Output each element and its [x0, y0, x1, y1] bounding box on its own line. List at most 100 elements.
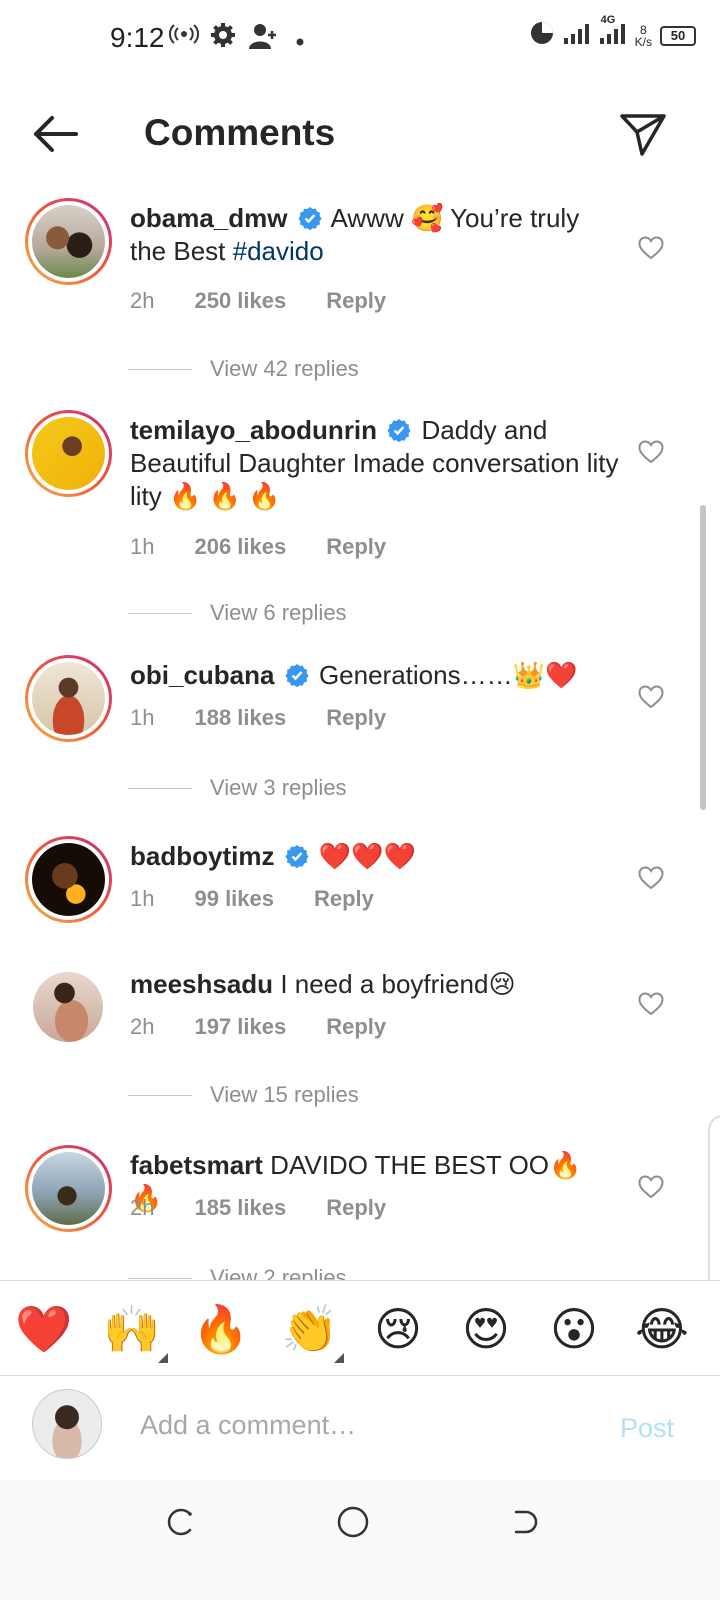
- avatar[interactable]: [25, 836, 112, 923]
- battery-level: 50: [670, 28, 686, 43]
- replies-divider: [128, 1277, 192, 1279]
- back-button[interactable]: [30, 112, 82, 156]
- like-button[interactable]: [638, 992, 664, 1016]
- header: Comments: [0, 90, 720, 180]
- comment-username[interactable]: badboytimz: [130, 841, 274, 871]
- reply-button[interactable]: Reply: [314, 886, 374, 912]
- avatar[interactable]: [33, 972, 103, 1042]
- status-bar: 9:12 4G 8 K/s 50: [0, 0, 720, 80]
- comment-meta: 1h 206 likes Reply: [130, 534, 426, 560]
- net-speed-value: 8: [639, 22, 647, 37]
- comment-message: I need a boyfriend😢: [280, 969, 516, 999]
- avatar-image: [32, 417, 105, 490]
- verified-badge-icon: [298, 207, 322, 230]
- avatar-image: [32, 1152, 105, 1225]
- like-button[interactable]: [638, 866, 664, 890]
- comment-likes[interactable]: 99 likes: [194, 886, 274, 912]
- comment-username[interactable]: obama_dmw: [130, 203, 288, 233]
- avatar-image: [32, 662, 105, 735]
- reply-button[interactable]: Reply: [326, 1195, 386, 1221]
- comment-item: obama_dmw Awww 🥰 You’re truly the Best #…: [0, 198, 720, 381]
- back-nav-icon: [514, 1510, 538, 1534]
- home-button[interactable]: [333, 1502, 373, 1542]
- heart-outline-icon: [638, 1175, 664, 1199]
- like-button[interactable]: [638, 685, 664, 709]
- comments-list: obama_dmw Awww 🥰 You’re truly the Best #…: [0, 190, 720, 1310]
- emoji-heart-eyes-button[interactable]: 😍: [456, 1299, 516, 1359]
- comment-time: 2h: [130, 288, 155, 313]
- avatar-image: [32, 843, 105, 916]
- skin-tone-indicator-icon: [158, 1353, 168, 1363]
- like-button[interactable]: [638, 236, 664, 260]
- comment-time: 1h: [130, 534, 155, 559]
- comment-likes[interactable]: 185 likes: [194, 1195, 286, 1221]
- hashtag-link[interactable]: #davido: [233, 236, 324, 266]
- view-replies-button[interactable]: View 6 replies: [128, 600, 347, 626]
- emoji-clap-button[interactable]: 👏: [280, 1299, 340, 1359]
- replies-divider: [128, 1094, 192, 1096]
- system-nav-bar: [0, 1480, 720, 1600]
- like-button[interactable]: [638, 1175, 664, 1199]
- reply-button[interactable]: Reply: [326, 1014, 386, 1040]
- comment-username[interactable]: meeshsadu: [130, 969, 273, 999]
- arrow-left-icon: [34, 116, 78, 152]
- like-button[interactable]: [638, 440, 664, 464]
- scrollbar[interactable]: [700, 505, 706, 810]
- heart-outline-icon: [638, 440, 664, 464]
- comment-text: meeshsadu I need a boyfriend😢: [130, 968, 620, 1001]
- signal-icon-1: [563, 22, 591, 49]
- view-replies-button[interactable]: View 3 replies: [128, 775, 347, 801]
- comment-meta: 2h 197 likes Reply: [130, 1014, 426, 1040]
- reply-button[interactable]: Reply: [326, 288, 386, 314]
- battery-icon: 50: [660, 25, 696, 46]
- home-circle-icon: [337, 1506, 369, 1538]
- comment-input[interactable]: [140, 1403, 560, 1447]
- share-button[interactable]: [618, 108, 668, 158]
- edge-panel-handle[interactable]: [708, 1115, 720, 1305]
- avatar[interactable]: [25, 1145, 112, 1232]
- comment-time: 2h: [130, 1014, 155, 1039]
- post-button[interactable]: Post: [620, 1413, 674, 1444]
- signal-icon-2: 4G: [599, 14, 627, 49]
- view-replies-button[interactable]: View 15 replies: [128, 1082, 359, 1108]
- comment-message: Generations……👑❤️: [318, 660, 578, 690]
- comment-username[interactable]: temilayo_abodunrin: [130, 415, 377, 445]
- comment-meta: 2h 250 likes Reply: [130, 288, 426, 314]
- comment-time: 2h: [130, 1195, 155, 1220]
- emoji-fire-button[interactable]: 🔥: [191, 1299, 251, 1359]
- comment-likes[interactable]: 188 likes: [194, 705, 286, 731]
- heart-outline-icon: [638, 236, 664, 260]
- comment-likes[interactable]: 250 likes: [194, 288, 286, 314]
- comment-time: 1h: [130, 705, 155, 730]
- avatar[interactable]: [25, 198, 112, 285]
- comment-text: obi_cubana Generations……👑❤️: [130, 659, 620, 692]
- view-replies-button[interactable]: View 42 replies: [128, 356, 359, 382]
- emoji-heart-button[interactable]: ❤️: [14, 1299, 74, 1359]
- comment-likes[interactable]: 206 likes: [194, 534, 286, 560]
- emoji-tears-of-joy-button[interactable]: 😂: [632, 1299, 692, 1359]
- view-replies-label: View 42 replies: [210, 356, 359, 381]
- recent-apps-button[interactable]: [160, 1502, 200, 1542]
- paper-plane-icon: [620, 114, 666, 156]
- emoji-surprised-button[interactable]: 😮: [544, 1299, 604, 1359]
- heart-outline-icon: [638, 685, 664, 709]
- reply-button[interactable]: Reply: [326, 705, 386, 731]
- heart-outline-icon: [638, 866, 664, 890]
- avatar[interactable]: [25, 655, 112, 742]
- avatar[interactable]: [25, 410, 112, 497]
- view-replies-label: View 15 replies: [210, 1082, 359, 1107]
- comment-message: ❤️❤️❤️: [318, 841, 417, 871]
- comment-likes[interactable]: 197 likes: [194, 1014, 286, 1040]
- hotspot-icon: [168, 22, 200, 51]
- reply-button[interactable]: Reply: [326, 534, 386, 560]
- back-nav-button[interactable]: [506, 1502, 546, 1542]
- emoji-raised-hands-button[interactable]: 🙌: [102, 1299, 162, 1359]
- comment-username[interactable]: obi_cubana: [130, 660, 274, 690]
- emoji-crying-button[interactable]: 😢: [368, 1299, 428, 1359]
- network-type: 4G: [600, 14, 616, 26]
- notification-dot-icon: [296, 33, 304, 51]
- comment-username[interactable]: fabetsmart: [130, 1150, 263, 1180]
- settings-gear-icon: [210, 22, 236, 53]
- data-usage-icon: [529, 20, 555, 51]
- skin-tone-indicator-icon: [334, 1353, 344, 1363]
